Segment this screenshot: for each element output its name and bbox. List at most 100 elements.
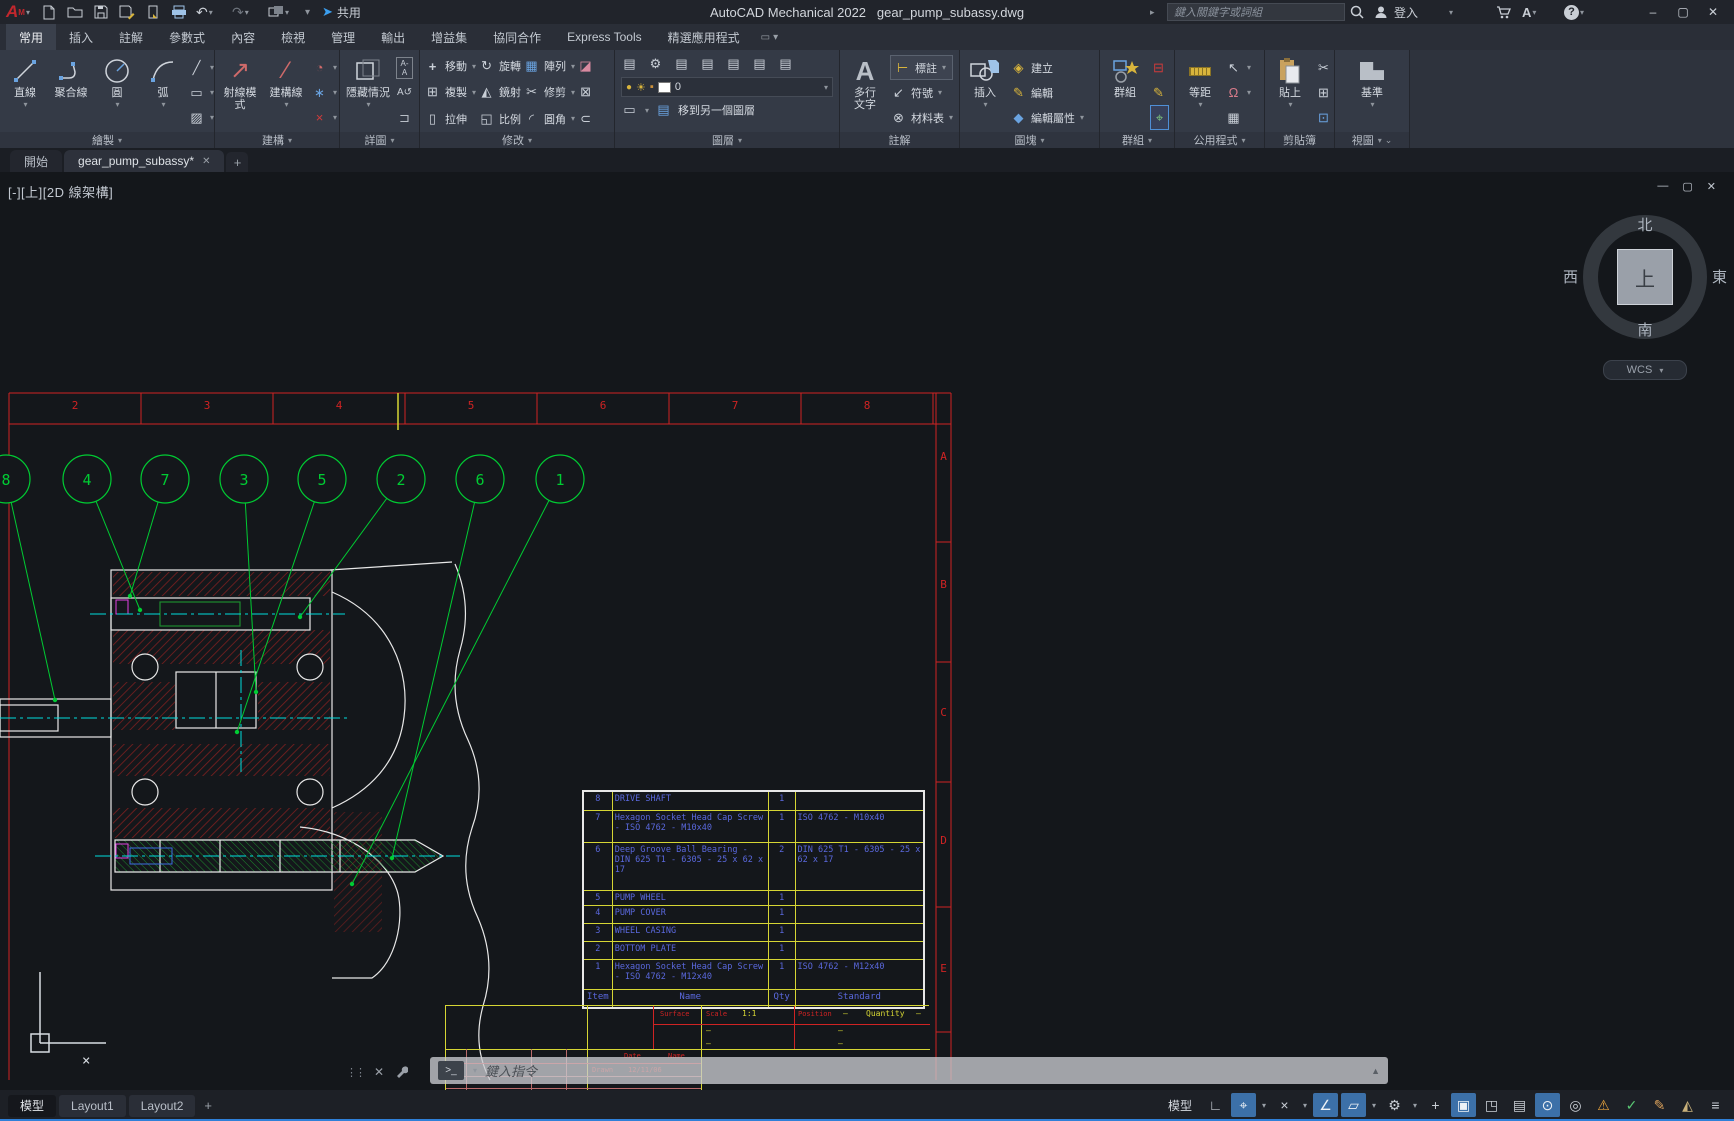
panel-title-block[interactable]: 圖塊▾ (960, 132, 1099, 148)
measure-button[interactable]: 等距▾ (1179, 53, 1221, 132)
bom-parts-list[interactable]: 8DRIVE SHAFT17Hexagon Socket Head Cap Sc… (582, 790, 925, 1009)
layer-thaw-sun-icon[interactable]: ☀ (636, 81, 646, 94)
layout-tab-model[interactable]: 模型 (8, 1095, 56, 1117)
view-cube-east[interactable]: 東 (1712, 266, 1727, 287)
ribbon-tab-參數式[interactable]: 參數式 (156, 24, 218, 50)
ribbon-tab-註解[interactable]: 註解 (106, 24, 156, 50)
file-tab-add-button[interactable]: + (226, 152, 248, 172)
trim-button[interactable]: ✂修剪▾ (523, 80, 575, 105)
layer-state-box-icon[interactable]: ▭ (621, 102, 638, 118)
hatch-tool[interactable]: ▨▾ (188, 105, 214, 130)
ribbon-tab-協同合作[interactable]: 協同合作 (480, 24, 554, 50)
command-grip-icon[interactable]: ⋮⋮ (346, 1066, 364, 1079)
panel-title-construct[interactable]: 建構▾ (215, 132, 339, 148)
dynamic-input-icon[interactable]: ⌖ (1231, 1093, 1256, 1117)
create-block-button[interactable]: ◈建立 (1010, 55, 1084, 80)
edit-block-button[interactable]: ✎編輯 (1010, 80, 1084, 105)
file-tab-document[interactable]: gear_pump_subassy* ✕ (64, 150, 224, 172)
minimize-button[interactable]: – (1640, 0, 1666, 24)
grid-icon[interactable]: ∟ (1203, 1093, 1228, 1117)
ray-mode-button[interactable]: ↗ 射線模式 (219, 53, 261, 132)
plot-icon[interactable] (142, 0, 164, 24)
close-button[interactable]: ✕ (1700, 0, 1726, 24)
panel-title-utilities[interactable]: 公用程式▾ (1175, 132, 1264, 148)
doc-close-icon[interactable]: ✕ (1707, 180, 1716, 193)
object-snap-icon[interactable]: ▣ (1451, 1093, 1476, 1117)
scale-button[interactable]: ◱比例 (478, 106, 521, 131)
construction-circle-tool[interactable]: ◔▾ (311, 55, 337, 80)
layer-freeze-icon[interactable]: ▤ (725, 56, 742, 72)
detail-block-tool[interactable]: ⊐ (396, 105, 413, 130)
line-tool-small[interactable]: ╱▾ (188, 55, 214, 80)
share-button[interactable]: ➤ 共用 (322, 0, 361, 24)
help-button[interactable]: ? ▾ (1564, 0, 1584, 24)
line-button[interactable]: 直線▾ (4, 53, 46, 132)
erase-construction-tool[interactable]: ×▾ (311, 105, 337, 130)
panel-title-view[interactable]: 視圖▾⌄ (1335, 132, 1409, 148)
panel-title-draw[interactable]: 繪製▾ (0, 132, 214, 148)
qat-customize-button[interactable]: ▾ (304, 0, 310, 24)
group-button[interactable]: 群組 (1104, 53, 1146, 132)
doc-minimize-icon[interactable]: — (1657, 180, 1668, 193)
ribbon-tab-輸出[interactable]: 輸出 (368, 24, 418, 50)
panel-title-detail[interactable]: 詳圖▾ (340, 132, 419, 148)
redo-button[interactable]: ↷▾ (232, 0, 249, 24)
ribbon-tab-Express Tools[interactable]: Express Tools (554, 24, 654, 50)
copy-clip-button[interactable]: ⊞ (1315, 80, 1332, 105)
ribbon-minimize-button[interactable]: ▭▾ (753, 24, 786, 50)
erase-button[interactable]: ◪ (577, 54, 594, 79)
app-store-cart-icon[interactable] (1496, 0, 1511, 24)
search-collapse-icon[interactable]: ▸ (1150, 0, 1155, 24)
bom-button[interactable]: ⊗材料表▾ (890, 105, 953, 130)
polar-tracking-icon-dropdown[interactable]: ▾ (1369, 1101, 1379, 1110)
base-view-button[interactable]: 基準▾ (1351, 53, 1393, 132)
group-edit-button[interactable]: ✎ (1150, 80, 1169, 105)
rectangle-tool[interactable]: ▭▾ (188, 80, 214, 105)
symbol-button[interactable]: ↙符號▾ (890, 80, 953, 105)
copy-button[interactable]: ⊞複製▾ (424, 80, 476, 105)
array-button[interactable]: ▦陣列▾ (523, 54, 575, 79)
signin-dropdown-icon[interactable]: ▾ (1448, 0, 1453, 24)
polyline-button[interactable]: 聚合線 (50, 53, 92, 132)
layer-state-icon[interactable]: ▤ (673, 56, 690, 72)
isodraft-gear-icon-dropdown[interactable]: ▾ (1410, 1101, 1420, 1110)
print-icon[interactable] (168, 0, 190, 24)
fillet-button[interactable]: ◜圓角▾ (523, 106, 575, 131)
layer-combo-box[interactable]: ● ☀ ▪ 0 ▾ (621, 77, 833, 97)
ribbon-tab-內容[interactable]: 內容 (218, 24, 268, 50)
panel-title-annotate[interactable]: 註解 (840, 132, 959, 148)
dynamic-input-icon-dropdown[interactable]: ▾ (1259, 1101, 1269, 1110)
view-cube-west[interactable]: 西 (1563, 266, 1578, 287)
search-input[interactable]: 鍵入關鍵字或詞組 (1167, 3, 1345, 21)
file-tab-close-icon[interactable]: ✕ (202, 156, 210, 167)
ribbon-tab-常用[interactable]: 常用 (6, 24, 56, 50)
arc-button[interactable]: 弧▾ (142, 53, 184, 132)
app-menu-button[interactable]: AM ▾ (6, 0, 30, 24)
ribbon-tab-檢視[interactable]: 檢視 (268, 24, 318, 50)
undo-button[interactable]: ↶▾ (196, 0, 213, 24)
viewport-controls[interactable]: [-][上][2D 線架構] (8, 182, 113, 201)
rotate-button[interactable]: ↻旋轉 (478, 54, 521, 79)
quick-properties-icon[interactable]: ✎ (1647, 1093, 1672, 1117)
ungroup-button[interactable]: ⊟ (1150, 55, 1169, 80)
dimension-button[interactable]: ⊢標註▾ (890, 55, 953, 80)
autoscale-icon[interactable]: ▤ (1507, 1093, 1532, 1117)
join-button[interactable]: ⊂ (577, 106, 594, 131)
edit-attributes-button[interactable]: ◆編輯屬性▾ (1010, 105, 1084, 130)
layer-color-swatch[interactable] (658, 82, 671, 93)
save-as-icon[interactable] (116, 0, 138, 24)
object-snap-tracking-icon[interactable]: + (1423, 1093, 1448, 1117)
layout-tab-layout2[interactable]: Layout2 (129, 1095, 196, 1117)
view-cube-north[interactable]: 北 (1583, 214, 1707, 235)
selection-cycling-icon[interactable]: ◎ (1563, 1093, 1588, 1117)
new-file-icon[interactable] (38, 0, 60, 24)
command-input[interactable]: 鍵入指令 (485, 1061, 1363, 1080)
quick-calc-button[interactable]: ▦ (1225, 105, 1251, 130)
layer-unlock-icon[interactable]: ▪ (650, 81, 654, 93)
doc-restore-icon[interactable]: ▢ (1682, 180, 1692, 193)
mtext-button[interactable]: A 多行 文字 (844, 53, 886, 132)
polar-tracking-icon[interactable]: ▱ (1341, 1093, 1366, 1117)
panel-title-layers[interactable]: 圖層▾ (615, 132, 839, 148)
model-space-button[interactable]: 模型 (1160, 1093, 1200, 1117)
annotation-monitor-icon[interactable]: ⚠ (1591, 1093, 1616, 1117)
